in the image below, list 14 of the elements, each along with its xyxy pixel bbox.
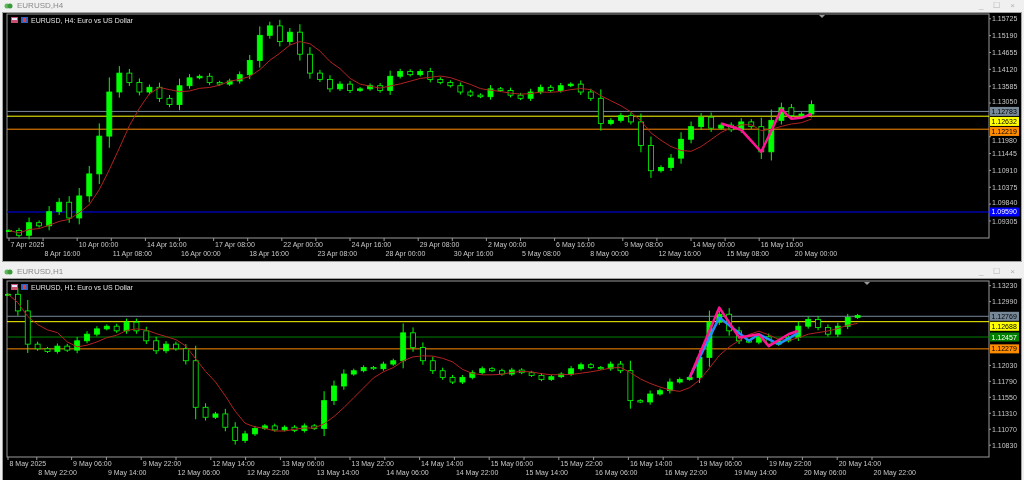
close-button[interactable]: × <box>1005 266 1020 278</box>
minimize-button[interactable]: _ <box>973 0 989 12</box>
chart-window-icon <box>4 2 13 10</box>
close-button[interactable]: × <box>1005 0 1020 12</box>
chart-shift-icon <box>864 282 870 285</box>
maximize-button[interactable]: ☐ <box>988 0 1006 12</box>
minimize-button[interactable]: _ <box>973 266 989 278</box>
window-title: EURUSD,H1 <box>17 266 64 278</box>
chart-window-icon <box>4 268 13 276</box>
window-title: EURUSD,H4 <box>17 0 64 12</box>
chart-shift-icon <box>819 15 825 18</box>
chart-type-icon <box>11 284 18 290</box>
maximize-button[interactable]: ☐ <box>988 266 1006 278</box>
chart-type-icon <box>11 17 18 23</box>
